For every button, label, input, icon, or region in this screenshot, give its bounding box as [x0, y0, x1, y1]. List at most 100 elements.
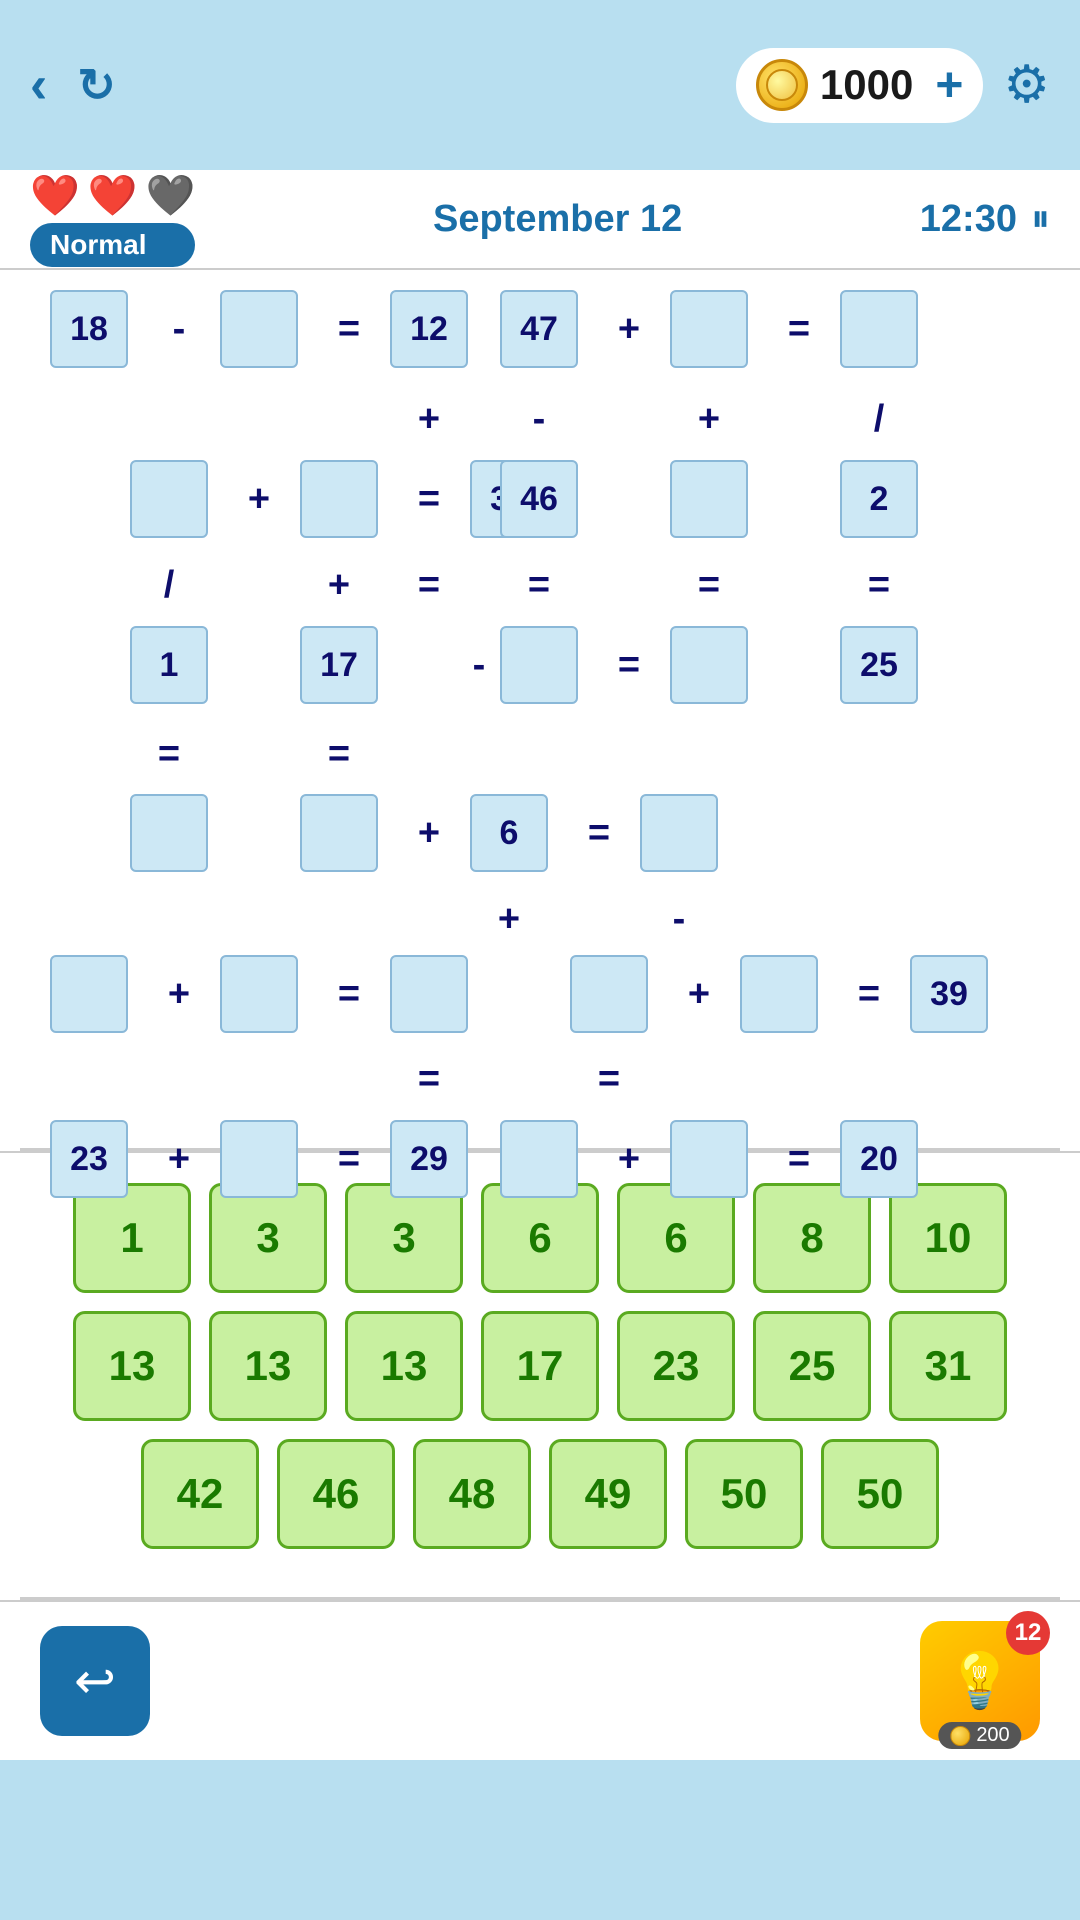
- cell-r5c3[interactable]: [220, 955, 298, 1033]
- heart-1: ❤️: [30, 172, 80, 219]
- hint-cost-value: 200: [976, 1724, 1009, 1747]
- difficulty-badge: Normal: [30, 223, 195, 267]
- op-r5c7: +: [660, 955, 738, 1033]
- tile-49[interactable]: 49: [549, 1439, 667, 1549]
- hint-area: 💡 12 200: [920, 1621, 1040, 1741]
- cell-r2c6[interactable]: 46: [500, 460, 578, 538]
- op-r3b1: =: [130, 715, 208, 793]
- tile-48[interactable]: 48: [413, 1439, 531, 1549]
- cell-r3c2[interactable]: 17: [300, 626, 378, 704]
- op-r3c4: =: [590, 626, 668, 704]
- cell-r5c10[interactable]: 39: [910, 955, 988, 1033]
- coin-icon: [756, 59, 808, 111]
- cell-r4c1[interactable]: [130, 794, 208, 872]
- tile-23[interactable]: 23: [617, 1311, 735, 1421]
- cell-r5c5[interactable]: [390, 955, 468, 1033]
- op-r5c2: +: [140, 955, 218, 1033]
- op-r2b4: =: [500, 546, 578, 624]
- tile-6a[interactable]: 6: [481, 1183, 599, 1293]
- add-coins-button[interactable]: +: [935, 58, 963, 113]
- cell-r1c10[interactable]: [840, 290, 918, 368]
- op-r2b5: =: [670, 546, 748, 624]
- cell-r3c1[interactable]: 1: [130, 626, 208, 704]
- tile-25[interactable]: 25: [753, 1311, 871, 1421]
- tile-13c[interactable]: 13: [345, 1311, 463, 1421]
- cell-r2c8[interactable]: 2: [840, 460, 918, 538]
- cell-r6c8[interactable]: [670, 1120, 748, 1198]
- op-r3b2: =: [300, 715, 378, 793]
- op-r1b3: +: [670, 380, 748, 458]
- cell-r3c6[interactable]: 25: [840, 626, 918, 704]
- op-r1c4: =: [310, 290, 388, 368]
- date-label: September 12: [433, 198, 682, 241]
- cell-r1c5[interactable]: 12: [390, 290, 468, 368]
- cell-r5c6[interactable]: [570, 955, 648, 1033]
- tile-46[interactable]: 46: [277, 1439, 395, 1549]
- puzzle-grid: 18 - = 12 47 + = + - + / + = 38 46 2: [50, 290, 1030, 1010]
- back-button[interactable]: ‹: [30, 55, 47, 115]
- undo-button[interactable]: ↩: [40, 1626, 150, 1736]
- op-r2b6: =: [840, 546, 918, 624]
- op-r1c9: =: [760, 290, 838, 368]
- op-r4b1: +: [470, 880, 548, 958]
- cell-r6c6[interactable]: [500, 1120, 578, 1198]
- op-r1c7: +: [590, 290, 668, 368]
- tile-8[interactable]: 8: [753, 1183, 871, 1293]
- refresh-button[interactable]: ↻: [77, 58, 116, 112]
- cell-r3c5[interactable]: [670, 626, 748, 704]
- tile-3b[interactable]: 3: [345, 1183, 463, 1293]
- op-r6c7: +: [590, 1120, 668, 1198]
- tile-17[interactable]: 17: [481, 1311, 599, 1421]
- op-r2c4: =: [390, 460, 468, 538]
- op-r6c4: =: [310, 1120, 388, 1198]
- cell-r1c8[interactable]: [670, 290, 748, 368]
- tile-6b[interactable]: 6: [617, 1183, 735, 1293]
- tiles-area: 1 3 3 6 6 8 10 13 13 13 17 23 25 31 42 4…: [0, 1151, 1080, 1597]
- cell-r6c3[interactable]: [220, 1120, 298, 1198]
- cell-r3c3b[interactable]: [500, 626, 578, 704]
- cell-r4c6[interactable]: [640, 794, 718, 872]
- cell-r6c5[interactable]: 29: [390, 1120, 468, 1198]
- op-r1c2: -: [140, 290, 218, 368]
- tile-13a[interactable]: 13: [73, 1311, 191, 1421]
- top-bar: ‹ ↻ 1000 + ⚙: [0, 0, 1080, 170]
- op-r5c9: =: [830, 955, 908, 1033]
- timer-area: 12:30 ⏸: [920, 198, 1050, 241]
- hint-count-badge: 12: [1006, 1611, 1050, 1655]
- cell-r1c6[interactable]: 47: [500, 290, 578, 368]
- cell-r6c10[interactable]: 20: [840, 1120, 918, 1198]
- pause-button[interactable]: ⏸: [1031, 198, 1050, 241]
- cell-r2c7[interactable]: [670, 460, 748, 538]
- cell-r2c3[interactable]: [300, 460, 378, 538]
- cell-r5c8[interactable]: [740, 955, 818, 1033]
- cell-r1c3[interactable]: [220, 290, 298, 368]
- coins-value: 1000: [820, 61, 913, 109]
- tiles-row-1: 1 3 3 6 6 8 10: [40, 1183, 1040, 1293]
- tile-10[interactable]: 10: [889, 1183, 1007, 1293]
- op-r5c4: =: [310, 955, 388, 1033]
- op-r6c9: =: [760, 1120, 838, 1198]
- tile-31[interactable]: 31: [889, 1311, 1007, 1421]
- tile-50b[interactable]: 50: [821, 1439, 939, 1549]
- tile-13b[interactable]: 13: [209, 1311, 327, 1421]
- game-header: ❤️ ❤️ ❤️ Normal September 12 12:30 ⏸: [0, 170, 1080, 270]
- tile-42[interactable]: 42: [141, 1439, 259, 1549]
- op-r4b2: -: [640, 880, 718, 958]
- cell-r5c1[interactable]: [50, 955, 128, 1033]
- tile-1[interactable]: 1: [73, 1183, 191, 1293]
- cell-r2c1[interactable]: [130, 460, 208, 538]
- tiles-row-2: 13 13 13 17 23 25 31: [40, 1311, 1040, 1421]
- hint-coin-icon: [950, 1726, 970, 1746]
- tiles-row-3: 42 46 48 49 50 50: [40, 1439, 1040, 1549]
- tile-3a[interactable]: 3: [209, 1183, 327, 1293]
- cell-r1c1[interactable]: 18: [50, 290, 128, 368]
- settings-button[interactable]: ⚙: [1003, 55, 1050, 115]
- cell-r6c1[interactable]: 23: [50, 1120, 128, 1198]
- op-r2b1: /: [130, 546, 208, 624]
- coins-container: 1000 +: [736, 48, 983, 123]
- op-r5b1: =: [390, 1040, 468, 1118]
- cell-r4c2[interactable]: [300, 794, 378, 872]
- tile-50a[interactable]: 50: [685, 1439, 803, 1549]
- cell-r4c4[interactable]: 6: [470, 794, 548, 872]
- op-r4c3: +: [390, 794, 468, 872]
